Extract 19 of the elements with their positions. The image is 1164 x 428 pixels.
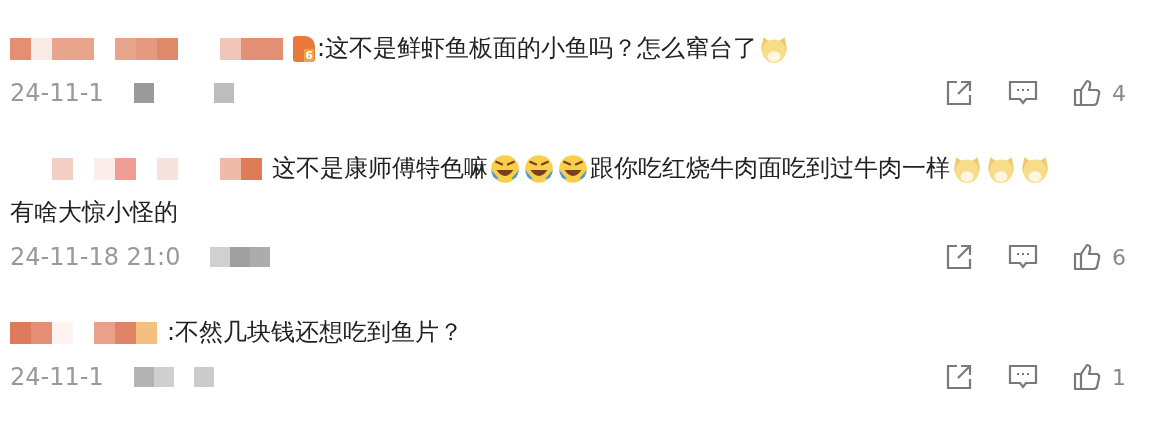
comment-text: 跟你吃红烧牛肉面吃到过牛肉一样: [590, 154, 950, 182]
comment-time: 24-11-1: [10, 363, 104, 391]
comment-time: 24-11-1: [10, 79, 104, 107]
laughing-emoji-icon: [557, 153, 589, 185]
share-icon[interactable]: [944, 242, 974, 272]
comment-text: :这不是鲜虾鱼板面的小鱼吗？怎么窜台了: [317, 34, 758, 62]
like-button[interactable]: 1: [1072, 362, 1126, 392]
share-icon[interactable]: [944, 78, 974, 108]
redacted-location: [210, 247, 271, 267]
like-button[interactable]: 6: [1072, 242, 1126, 272]
share-icon[interactable]: [944, 362, 974, 392]
laughing-emoji-icon: [523, 153, 555, 185]
comment-time: 24-11-18 21:0: [10, 243, 181, 271]
comment-text: 有啥大惊小怪的: [10, 198, 178, 226]
like-button[interactable]: 4: [1072, 78, 1126, 108]
laughing-emoji-icon: [489, 153, 521, 185]
fan-level-badge: 6: [293, 36, 315, 62]
comment-text: :不然几块钱还想吃到鱼片？: [167, 318, 464, 346]
comment-text: 这不是康师傅特色嘛: [272, 154, 488, 182]
